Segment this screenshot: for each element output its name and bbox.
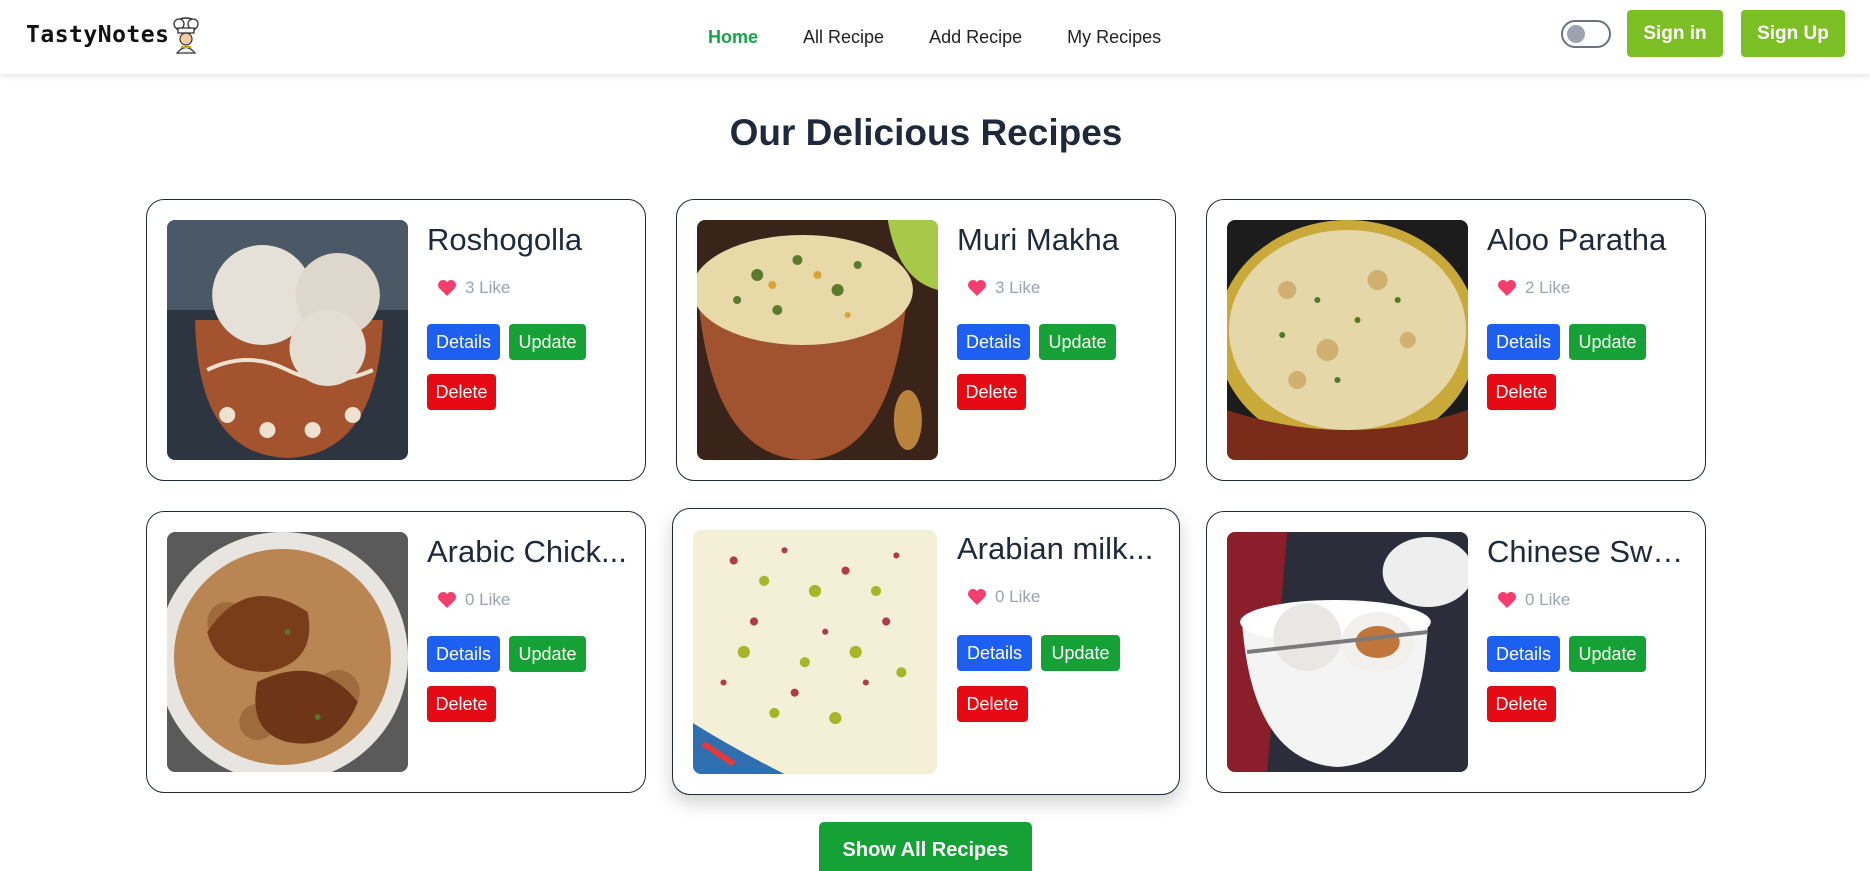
update-button[interactable]: Update bbox=[509, 324, 586, 360]
recipe-card: Arabian milk... 0 Like Details Update De… bbox=[672, 508, 1180, 795]
recipe-title[interactable]: Aloo Paratha bbox=[1487, 222, 1692, 258]
like-count[interactable]: 0 Like bbox=[1497, 590, 1570, 610]
recipe-title[interactable]: Muri Makha bbox=[957, 222, 1162, 258]
like-label: 0 Like bbox=[465, 590, 511, 609]
like-label: 2 Like bbox=[1525, 278, 1571, 297]
recipe-card: Aloo Paratha 2 Like Details Update Delet… bbox=[1206, 199, 1706, 481]
details-button[interactable]: Details bbox=[1487, 324, 1560, 360]
heart-icon bbox=[968, 589, 986, 605]
like-label: 0 Like bbox=[995, 587, 1041, 606]
update-button[interactable]: Update bbox=[1041, 635, 1120, 671]
details-button[interactable]: Details bbox=[1487, 636, 1560, 672]
brand-logo[interactable]: TastyNotes bbox=[26, 16, 201, 54]
recipe-title[interactable]: Roshogolla bbox=[427, 222, 632, 258]
sign-up-button[interactable]: Sign Up bbox=[1741, 10, 1845, 57]
toggle-knob bbox=[1567, 25, 1585, 43]
navbar: TastyNotes Home All Recipe Add Recipe My… bbox=[0, 0, 1870, 74]
recipe-card: Chinese Swe... 0 Like Details Update Del… bbox=[1206, 511, 1706, 793]
details-button[interactable]: Details bbox=[427, 636, 500, 672]
heart-icon bbox=[1498, 280, 1516, 296]
heart-icon bbox=[968, 280, 986, 296]
like-count[interactable]: 3 Like bbox=[967, 278, 1040, 298]
recipe-title[interactable]: Chinese Swe... bbox=[1487, 534, 1692, 570]
details-button[interactable]: Details bbox=[427, 324, 500, 360]
heart-icon bbox=[438, 280, 456, 296]
nav-all-recipe[interactable]: All Recipe bbox=[803, 27, 884, 48]
aloo-paratha-photo bbox=[1227, 220, 1468, 460]
recipe-card: Muri Makha 3 Like Details Update Delete bbox=[676, 199, 1176, 481]
like-count[interactable]: 0 Like bbox=[437, 590, 510, 610]
recipe-title[interactable]: Arabic Chick... bbox=[427, 534, 632, 570]
nav-home[interactable]: Home bbox=[708, 27, 758, 48]
theme-toggle[interactable] bbox=[1561, 20, 1611, 48]
like-label: 3 Like bbox=[465, 278, 511, 297]
delete-button[interactable]: Delete bbox=[1487, 374, 1556, 410]
delete-button[interactable]: Delete bbox=[427, 374, 496, 410]
brand-name: TastyNotes bbox=[26, 22, 170, 48]
update-button[interactable]: Update bbox=[1569, 636, 1646, 672]
heart-icon bbox=[1498, 592, 1516, 608]
like-count[interactable]: 3 Like bbox=[437, 278, 510, 298]
like-count[interactable]: 2 Like bbox=[1497, 278, 1570, 298]
recipe-title[interactable]: Arabian milk... bbox=[957, 531, 1167, 567]
sign-in-button[interactable]: Sign in bbox=[1627, 10, 1723, 57]
update-button[interactable]: Update bbox=[509, 636, 586, 672]
main-nav: Home All Recipe Add Recipe My Recipes bbox=[708, 0, 1206, 74]
show-all-recipes-button[interactable]: Show All Recipes bbox=[819, 822, 1032, 871]
like-label: 3 Like bbox=[995, 278, 1041, 297]
nav-my-recipes[interactable]: My Recipes bbox=[1067, 27, 1161, 48]
nav-add-recipe[interactable]: Add Recipe bbox=[929, 27, 1022, 48]
delete-button[interactable]: Delete bbox=[1487, 686, 1556, 722]
delete-button[interactable]: Delete bbox=[957, 686, 1028, 722]
delete-button[interactable]: Delete bbox=[957, 374, 1026, 410]
arabian-milk-photo bbox=[693, 530, 937, 774]
chef-icon bbox=[173, 17, 200, 54]
update-button[interactable]: Update bbox=[1039, 324, 1116, 360]
like-label: 0 Like bbox=[1525, 590, 1571, 609]
recipe-card: Roshogolla 3 Like Details Update Delete bbox=[146, 199, 646, 481]
details-button[interactable]: Details bbox=[957, 324, 1030, 360]
muri-makha-photo bbox=[697, 220, 938, 460]
recipe-card: Arabic Chick... 0 Like Details Update De… bbox=[146, 511, 646, 793]
heart-icon bbox=[438, 592, 456, 608]
arabic-chicken-photo bbox=[167, 532, 408, 772]
page-title: Our Delicious Recipes bbox=[729, 112, 1123, 153]
chinese-sweet-photo bbox=[1227, 532, 1468, 772]
update-button[interactable]: Update bbox=[1569, 324, 1646, 360]
details-button[interactable]: Details bbox=[957, 635, 1032, 671]
delete-button[interactable]: Delete bbox=[427, 686, 496, 722]
roshogolla-photo bbox=[167, 220, 408, 460]
like-count[interactable]: 0 Like bbox=[967, 587, 1040, 607]
